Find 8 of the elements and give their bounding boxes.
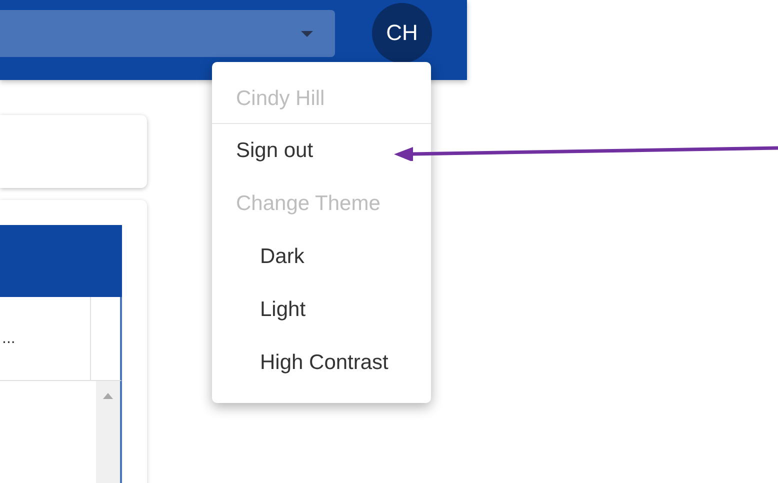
menu-item[interactable]: Sign out xyxy=(212,124,431,177)
menu-item[interactable]: High Contrast xyxy=(212,336,431,389)
section-label: Change Theme xyxy=(235,191,382,217)
menu-item[interactable]: Light xyxy=(212,283,431,336)
avatar-button[interactable]: CH xyxy=(372,3,432,63)
menu-item[interactable]: Dark xyxy=(212,230,431,283)
user-name: Cindy Hill xyxy=(212,74,431,124)
table-cell-text: ... xyxy=(1,330,16,348)
